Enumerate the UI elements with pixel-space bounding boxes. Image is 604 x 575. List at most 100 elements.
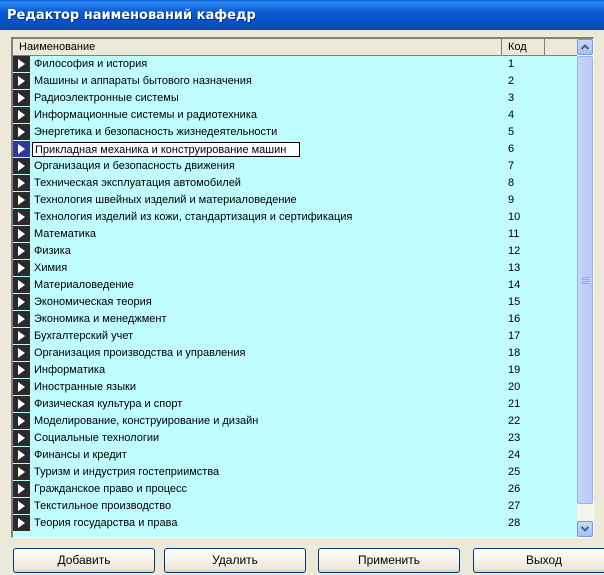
row-name-editor[interactable]: Прикладная механика и конструирование ма…	[32, 142, 300, 157]
table-row[interactable]: Гражданское право и процесс 26	[13, 481, 579, 498]
row-name[interactable]: Радиоэлектронные системы	[30, 90, 502, 107]
row-code[interactable]: 2	[502, 73, 545, 90]
row-name[interactable]: Информатика	[30, 362, 502, 379]
table-row[interactable]: Организация производства и управления 18	[13, 345, 579, 362]
scroll-up-button[interactable]	[577, 39, 593, 55]
row-indicator[interactable]	[13, 498, 30, 515]
table-row[interactable]: Иностранные языки 20	[13, 379, 579, 396]
row-name[interactable]: Финансы и кредит	[30, 447, 502, 464]
table-row[interactable]: Туризм и индустрия гостеприимства 25	[13, 464, 579, 481]
table-row[interactable]: Бухгалтерский учет 17	[13, 328, 579, 345]
table-row[interactable]: Организация и безопасность движения 7	[13, 158, 579, 175]
row-name[interactable]: Физическая культура и спорт	[30, 396, 502, 413]
row-code[interactable]: 12	[502, 243, 545, 260]
table-row[interactable]: Материаловедение 14	[13, 277, 579, 294]
delete-button[interactable]: Удалить	[164, 548, 306, 573]
table-row[interactable]: Машины и аппараты бытового назначения 2	[13, 73, 579, 90]
table-row[interactable]: Экономическая теория 15	[13, 294, 579, 311]
scroll-down-button[interactable]	[577, 521, 593, 537]
row-code[interactable]: 19	[502, 362, 545, 379]
row-code[interactable]: 15	[502, 294, 545, 311]
row-indicator[interactable]	[13, 362, 30, 379]
table-row[interactable]: Химия 13	[13, 260, 579, 277]
row-indicator[interactable]	[13, 447, 30, 464]
table-row-selected[interactable]: Прикладная механика и конструирование ма…	[13, 141, 579, 158]
row-name[interactable]: Туризм и индустрия гостеприимства	[30, 464, 502, 481]
table-row[interactable]: Экономика и менеджмент 16	[13, 311, 579, 328]
row-code[interactable]: 3	[502, 90, 545, 107]
row-code[interactable]: 10	[502, 209, 545, 226]
table-row[interactable]: Текстильное производство 27	[13, 498, 579, 515]
row-name[interactable]: Социальные технологии	[30, 430, 502, 447]
row-code[interactable]: 27	[502, 498, 545, 515]
row-code[interactable]: 1	[502, 56, 545, 73]
row-indicator[interactable]	[13, 73, 30, 90]
add-button[interactable]: Добавить	[13, 548, 155, 573]
row-name[interactable]: Иностранные языки	[30, 379, 502, 396]
table-row[interactable]: Философия и история 1	[13, 56, 579, 73]
row-code[interactable]: 26	[502, 481, 545, 498]
row-name[interactable]: Бухгалтерский учет	[30, 328, 502, 345]
row-name[interactable]: Текстильное производство	[30, 498, 502, 515]
row-indicator[interactable]	[13, 124, 30, 141]
row-code[interactable]: 24	[502, 447, 545, 464]
row-indicator[interactable]	[13, 277, 30, 294]
row-name[interactable]: Информационные системы и радиотехника	[30, 107, 502, 124]
row-indicator[interactable]	[13, 430, 30, 447]
table-row[interactable]: Моделирование, конструирование и дизайн 2…	[13, 413, 579, 430]
row-code[interactable]: 7	[502, 158, 545, 175]
row-code[interactable]: 4	[502, 107, 545, 124]
row-code[interactable]: 20	[502, 379, 545, 396]
row-code[interactable]: 8	[502, 175, 545, 192]
row-indicator[interactable]	[13, 413, 30, 430]
row-indicator[interactable]	[13, 260, 30, 277]
table-row[interactable]: Физика 12	[13, 243, 579, 260]
row-name[interactable]: Теория государства и права	[30, 515, 502, 532]
row-name[interactable]: Экономика и менеджмент	[30, 311, 502, 328]
row-code[interactable]: 21	[502, 396, 545, 413]
row-name[interactable]: Технология швейных изделий и материалове…	[30, 192, 502, 209]
exit-button[interactable]: Выход	[473, 548, 604, 573]
row-name[interactable]: Химия	[30, 260, 502, 277]
table-row[interactable]: Социальные технологии 23	[13, 430, 579, 447]
row-name[interactable]: Организация производства и управления	[30, 345, 502, 362]
table-row[interactable]: Информатика 19	[13, 362, 579, 379]
row-code[interactable]: 6	[502, 141, 545, 158]
row-indicator[interactable]	[13, 107, 30, 124]
row-indicator[interactable]	[13, 311, 30, 328]
row-code[interactable]: 14	[502, 277, 545, 294]
table-row[interactable]: Технология изделий из кожи, стандартизац…	[13, 209, 579, 226]
row-code[interactable]: 11	[502, 226, 545, 243]
apply-button[interactable]: Применить	[318, 548, 460, 573]
row-indicator[interactable]	[13, 464, 30, 481]
table-row[interactable]: Радиоэлектронные системы 3	[13, 90, 579, 107]
row-indicator[interactable]	[13, 175, 30, 192]
row-name[interactable]: Математика	[30, 226, 502, 243]
row-name[interactable]: Энергетика и безопасность жизнедеятельно…	[30, 124, 502, 141]
table-row[interactable]: Технология швейных изделий и материалове…	[13, 192, 579, 209]
row-code[interactable]: 25	[502, 464, 545, 481]
title-bar[interactable]: Редактор наименований кафедр	[0, 0, 604, 30]
row-indicator[interactable]	[13, 328, 30, 345]
row-code[interactable]: 17	[502, 328, 545, 345]
row-name[interactable]: Машины и аппараты бытового назначения	[30, 73, 502, 90]
row-code[interactable]: 22	[502, 413, 545, 430]
row-indicator[interactable]	[13, 90, 30, 107]
column-header-code[interactable]: Код	[502, 39, 545, 55]
row-indicator[interactable]	[13, 226, 30, 243]
row-indicator[interactable]	[13, 481, 30, 498]
table-row[interactable]: Энергетика и безопасность жизнедеятельно…	[13, 124, 579, 141]
row-name[interactable]: Моделирование, конструирование и дизайн	[30, 413, 502, 430]
table-row[interactable]: Математика 11	[13, 226, 579, 243]
row-name[interactable]: Физика	[30, 243, 502, 260]
column-header-name[interactable]: Наименование	[13, 39, 502, 55]
row-indicator[interactable]	[13, 158, 30, 175]
row-name[interactable]: Гражданское право и процесс	[30, 481, 502, 498]
row-indicator[interactable]	[13, 294, 30, 311]
row-code[interactable]: 23	[502, 430, 545, 447]
row-code[interactable]: 9	[502, 192, 545, 209]
table-row[interactable]: Информационные системы и радиотехника 4	[13, 107, 579, 124]
row-name[interactable]: Философия и история	[30, 56, 502, 73]
row-code[interactable]: 16	[502, 311, 545, 328]
row-indicator[interactable]	[13, 56, 30, 73]
